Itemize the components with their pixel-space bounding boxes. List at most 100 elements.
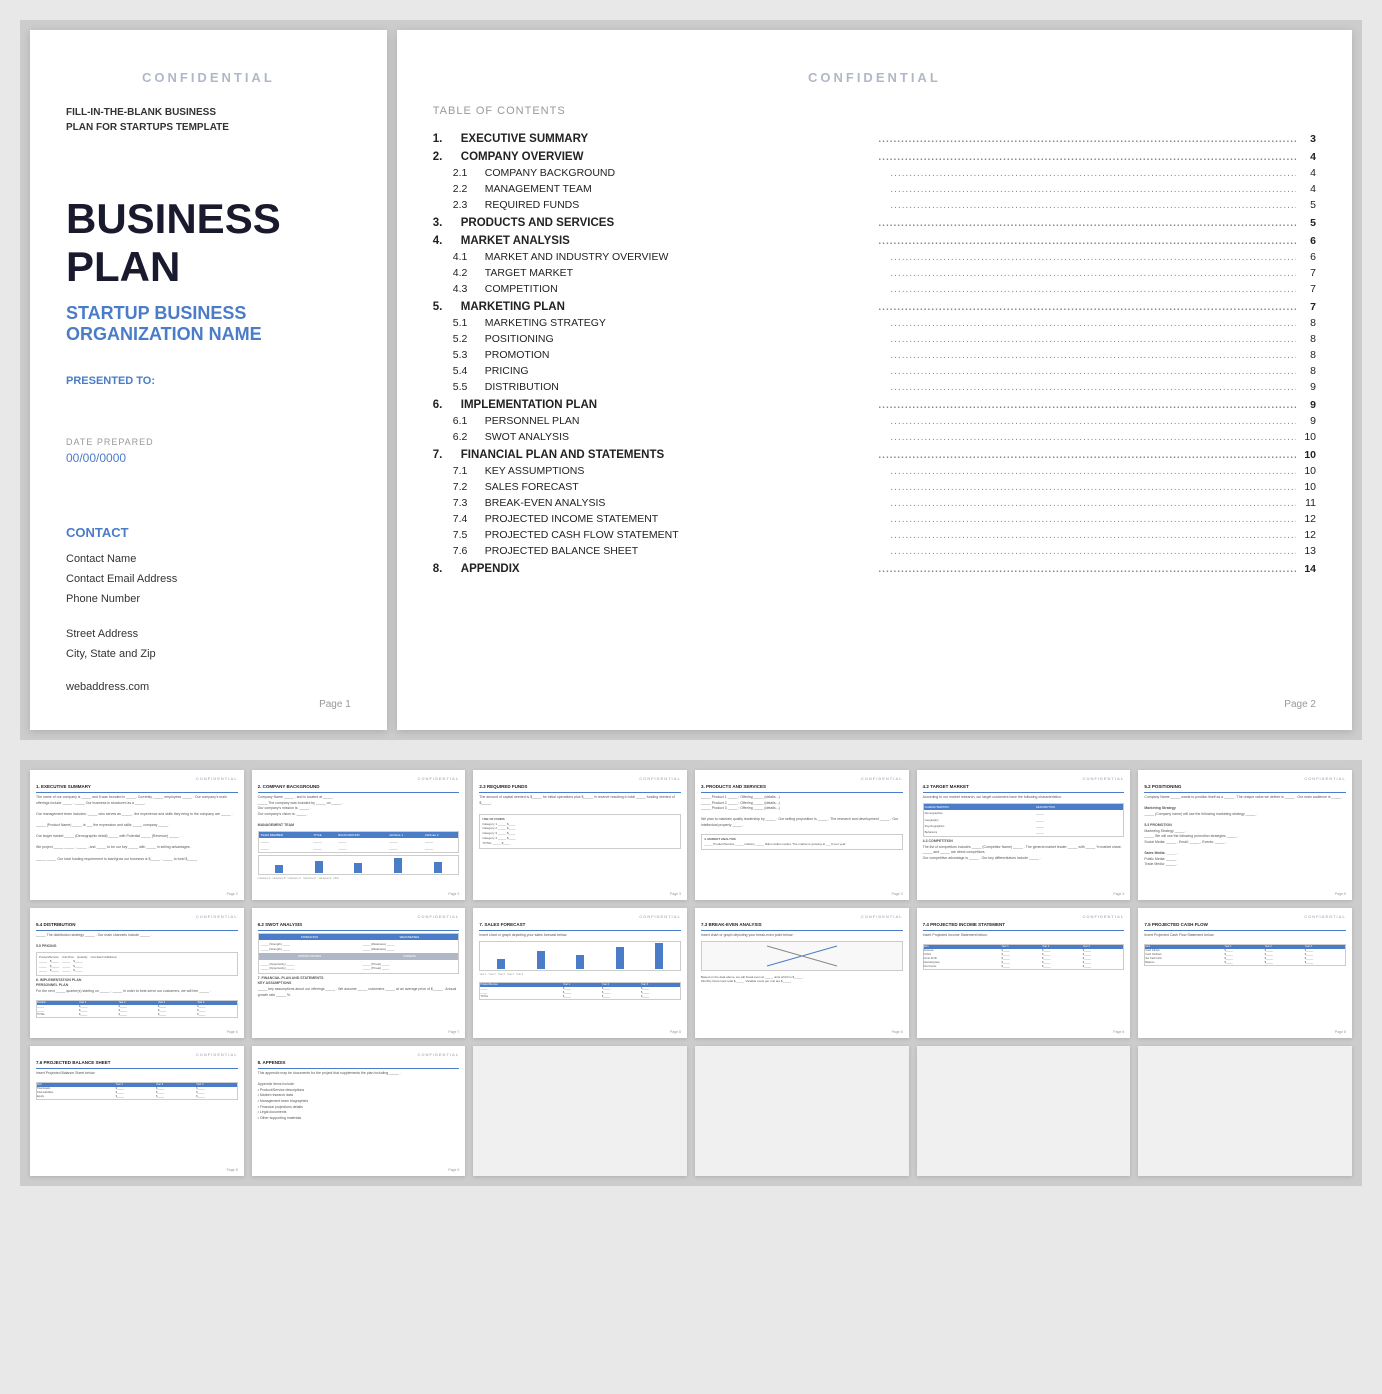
toc-number: 2.1	[453, 167, 485, 179]
page1-date-value: 00/00/0000	[66, 451, 351, 465]
toc-dots: ........................................…	[886, 200, 1296, 211]
toc-label: MARKET ANALYSIS	[461, 235, 875, 247]
toc-number: 3.	[433, 217, 461, 229]
toc-number: 5.4	[453, 365, 485, 377]
toc-item: 5.4PRICING..............................…	[433, 365, 1316, 377]
toc-item: 2.3REQUIRED FUNDS.......................…	[433, 199, 1316, 211]
contact-email: Contact Email Address	[66, 573, 177, 585]
thumb-empty-4	[1138, 1046, 1352, 1176]
toc-number: 7.1	[453, 465, 485, 477]
toc-label: PRICING	[485, 365, 887, 377]
toc-item: 2.2MANAGEMENT TEAM......................…	[433, 183, 1316, 195]
toc-number: 4.3	[453, 283, 485, 295]
toc-item: 7.5PROJECTED CASH FLOW STATEMENT........…	[433, 529, 1316, 541]
toc-item: 4.MARKET ANALYSIS.......................…	[433, 235, 1316, 247]
thumb-14: CONFIDENTIAL 8. APPENDIX This appendix m…	[252, 1046, 466, 1176]
toc-item: 5.2POSITIONING..........................…	[433, 333, 1316, 345]
toc-dots: ........................................…	[886, 466, 1296, 477]
toc-label: PRODUCTS AND SERVICES	[461, 217, 875, 229]
page-1: CONFIDENTIAL FILL-IN-THE-BLANK BUSINESSP…	[30, 30, 387, 730]
toc-number: 5.2	[453, 333, 485, 345]
page1-presented-to: PRESENTED TO:	[66, 375, 351, 387]
toc-label: PERSONNEL PLAN	[485, 415, 887, 427]
toc-label: COMPETITION	[485, 283, 887, 295]
thumb-6: CONFIDENTIAL 5.2 POSITIONING Company Nam…	[1138, 770, 1352, 900]
thumbnail-grid: CONFIDENTIAL 1. EXECUTIVE SUMMARY The na…	[20, 760, 1362, 1186]
toc-label: MARKETING STRATEGY	[485, 317, 887, 329]
toc-number: 4.2	[453, 267, 485, 279]
toc-item: 6.1PERSONNEL PLAN.......................…	[433, 415, 1316, 427]
toc-page-num: 7	[1296, 267, 1316, 279]
toc-item: 7.6PROJECTED BALANCE SHEET..............…	[433, 545, 1316, 557]
toc-item: 8.APPENDIX..............................…	[433, 563, 1316, 575]
toc-dots: ........................................…	[886, 168, 1296, 179]
toc-item: 5.MARKETING PLAN........................…	[433, 301, 1316, 313]
toc-number: 7.3	[453, 497, 485, 509]
toc-list: 1.EXECUTIVE SUMMARY.....................…	[433, 133, 1316, 575]
toc-item: 5.1MARKETING STRATEGY...................…	[433, 317, 1316, 329]
thumb-5: CONFIDENTIAL 4.2 TARGET MARKET According…	[917, 770, 1131, 900]
toc-dots: ........................................…	[874, 236, 1296, 247]
toc-dots: ........................................…	[886, 382, 1296, 393]
toc-dots: ........................................…	[874, 400, 1296, 411]
toc-dots: ........................................…	[874, 450, 1296, 461]
thumb-7: CONFIDENTIAL 5.4 DISTRIBUTION _____ The …	[30, 908, 244, 1038]
toc-label: COMPANY OVERVIEW	[461, 151, 875, 163]
thumb-8: CONFIDENTIAL 6.2 SWOT ANALYSIS STRENGTHS…	[252, 908, 466, 1038]
toc-label: BREAK-EVEN ANALYSIS	[485, 497, 887, 509]
toc-page-num: 12	[1296, 513, 1316, 525]
toc-dots: ........................................…	[886, 432, 1296, 443]
toc-page-num: 11	[1296, 497, 1316, 509]
toc-item: 5.5DISTRIBUTION.........................…	[433, 381, 1316, 393]
toc-page-num: 14	[1296, 563, 1316, 575]
toc-label: IMPLEMENTATION PLAN	[461, 399, 875, 411]
thumb-10: CONFIDENTIAL 7.3 BREAK-EVEN ANALYSIS Ins…	[695, 908, 909, 1038]
toc-dots: ........................................…	[886, 416, 1296, 427]
toc-page-num: 5	[1296, 199, 1316, 211]
toc-page-num: 8	[1296, 365, 1316, 377]
toc-number: 2.	[433, 151, 461, 163]
contact-name: Contact Name	[66, 553, 136, 565]
toc-page-num: 9	[1296, 381, 1316, 393]
toc-item: 6.2SWOT ANALYSIS........................…	[433, 431, 1316, 443]
toc-label: DISTRIBUTION	[485, 381, 887, 393]
confidential-label-p1: CONFIDENTIAL	[66, 70, 351, 85]
contact-web: webaddress.com	[66, 681, 351, 693]
toc-item: 7.1KEY ASSUMPTIONS......................…	[433, 465, 1316, 477]
toc-number: 6.2	[453, 431, 485, 443]
toc-label: SWOT ANALYSIS	[485, 431, 887, 443]
toc-page-num: 8	[1296, 349, 1316, 361]
page-number-1: Page 1	[319, 699, 351, 710]
toc-item: 3.PRODUCTS AND SERVICES.................…	[433, 217, 1316, 229]
toc-label: PROJECTED CASH FLOW STATEMENT	[485, 529, 887, 541]
toc-number: 7.5	[453, 529, 485, 541]
thumb-2: CONFIDENTIAL 2. COMPANY BACKGROUND Compa…	[252, 770, 466, 900]
toc-item: 6.IMPLEMENTATION PLAN...................…	[433, 399, 1316, 411]
toc-dots: ........................................…	[886, 284, 1296, 295]
toc-dots: ........................................…	[886, 318, 1296, 329]
toc-number: 5.3	[453, 349, 485, 361]
toc-label: FINANCIAL PLAN AND STATEMENTS	[461, 449, 875, 461]
toc-dots: ........................................…	[874, 218, 1296, 229]
toc-page-num: 7	[1296, 301, 1316, 313]
toc-number: 6.1	[453, 415, 485, 427]
toc-label: POSITIONING	[485, 333, 887, 345]
thumb-3: CONFIDENTIAL 2.3 REQUIRED FUNDS The amou…	[473, 770, 687, 900]
toc-dots: ........................................…	[886, 514, 1296, 525]
toc-number: 5.5	[453, 381, 485, 393]
toc-number: 2.2	[453, 183, 485, 195]
toc-label: PROJECTED INCOME STATEMENT	[485, 513, 887, 525]
page1-title: BUSINESS PLAN	[66, 195, 351, 291]
thumb-1: CONFIDENTIAL 1. EXECUTIVE SUMMARY The na…	[30, 770, 244, 900]
toc-dots: ........................................…	[886, 268, 1296, 279]
toc-item: 5.3PROMOTION............................…	[433, 349, 1316, 361]
toc-number: 7.2	[453, 481, 485, 493]
page1-org-name: STARTUP BUSINESS ORGANIZATION NAME	[66, 303, 351, 345]
toc-label: TARGET MARKET	[485, 267, 887, 279]
toc-item: 7.3BREAK-EVEN ANALYSIS..................…	[433, 497, 1316, 509]
toc-item: 2.1COMPANY BACKGROUND...................…	[433, 167, 1316, 179]
contact-city: City, State and Zip	[66, 648, 156, 660]
toc-dots: ........................................…	[874, 134, 1296, 145]
toc-dots: ........................................…	[886, 498, 1296, 509]
toc-label: KEY ASSUMPTIONS	[485, 465, 887, 477]
